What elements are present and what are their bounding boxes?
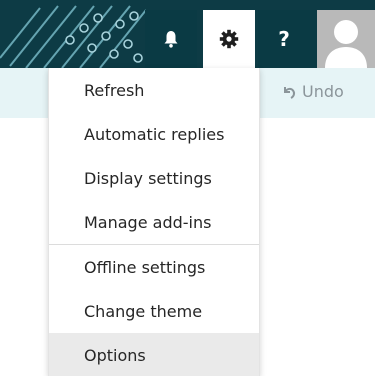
menu-item-automatic-replies[interactable]: Automatic replies <box>49 112 259 156</box>
menu-item-offline-settings[interactable]: Offline settings <box>49 245 259 289</box>
menu-item-label: Display settings <box>84 168 212 188</box>
help-button[interactable]: ? <box>258 10 310 68</box>
menu-item-display-settings[interactable]: Display settings <box>49 156 259 200</box>
undo-icon <box>284 86 296 99</box>
bell-icon <box>164 31 178 48</box>
menu-item-label: Automatic replies <box>84 124 225 144</box>
undo-button[interactable]: Undo <box>282 82 344 101</box>
menu-item-refresh[interactable]: Refresh <box>49 68 259 112</box>
gear-icon <box>219 29 239 49</box>
account-avatar-button[interactable] <box>317 10 375 68</box>
menu-item-label: Options <box>84 345 146 365</box>
menu-item-label: Offline settings <box>84 257 206 277</box>
menu-item-label: Manage add-ins <box>84 212 212 232</box>
undo-label: Undo <box>302 82 344 101</box>
avatar-icon <box>317 10 375 68</box>
menu-item-manage-add-ins[interactable]: Manage add-ins <box>49 200 259 244</box>
top-header-bar: ? <box>0 0 375 68</box>
settings-button[interactable] <box>203 10 255 68</box>
menu-item-options[interactable]: Options <box>49 333 259 376</box>
menu-item-label: Change theme <box>84 301 203 321</box>
menu-item-label: Refresh <box>84 80 145 100</box>
menu-item-change-theme[interactable]: Change theme <box>49 289 259 333</box>
outlook-settings-screen: ? Undo Refresh Automatic replies Display… <box>0 0 375 376</box>
question-icon: ? <box>278 27 290 51</box>
settings-dropdown-menu: Refresh Automatic replies Display settin… <box>48 68 260 376</box>
notifications-button[interactable] <box>145 10 197 68</box>
